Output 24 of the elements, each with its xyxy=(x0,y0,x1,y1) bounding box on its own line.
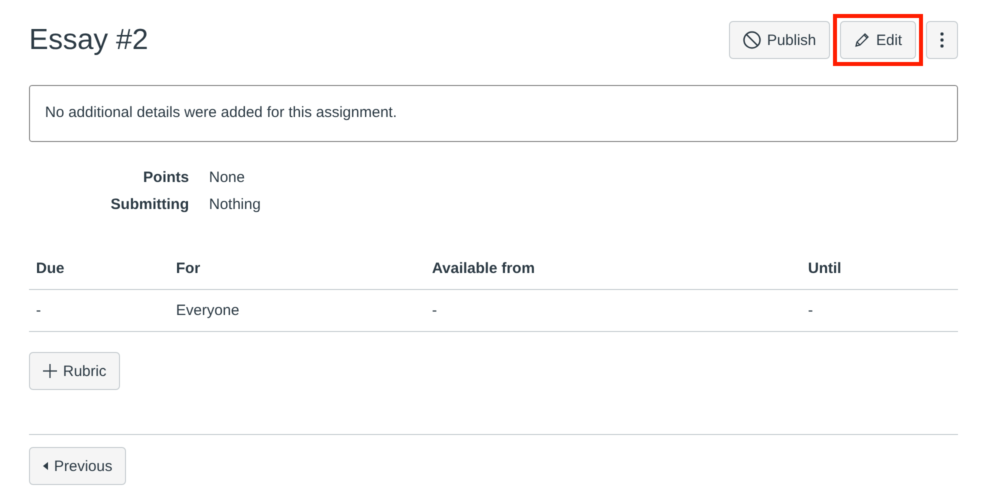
prohibited-icon xyxy=(742,31,761,49)
previous-button[interactable]: Previous xyxy=(29,447,126,485)
table-cell-text: - xyxy=(36,302,42,319)
column-header: Until xyxy=(808,260,842,277)
more-icon xyxy=(940,32,944,48)
more-button[interactable] xyxy=(926,21,958,59)
page-title: Essay #2 xyxy=(29,24,148,56)
detail-label: Submitting xyxy=(110,196,189,213)
description-box: No additional details were added for this assignment. xyxy=(29,85,958,142)
edit-button[interactable]: Edit xyxy=(840,21,916,59)
table-cell-text: - xyxy=(808,302,814,319)
detail-value: Nothing xyxy=(209,196,262,213)
table-cell-text: - xyxy=(432,302,438,319)
column-header: For xyxy=(176,260,202,277)
detail-label: Points xyxy=(142,169,189,186)
table-cell-text: Everyone xyxy=(176,302,240,319)
column-header: Available from xyxy=(432,260,536,277)
detail-value: None xyxy=(209,169,246,186)
publish-button[interactable]: Publish xyxy=(728,21,830,59)
column-header: Due xyxy=(36,260,66,277)
caret-icon xyxy=(43,462,48,470)
plus-icon xyxy=(43,364,57,378)
add-rubric-button[interactable]: Rubric xyxy=(29,352,120,390)
pencil-icon xyxy=(854,32,870,48)
